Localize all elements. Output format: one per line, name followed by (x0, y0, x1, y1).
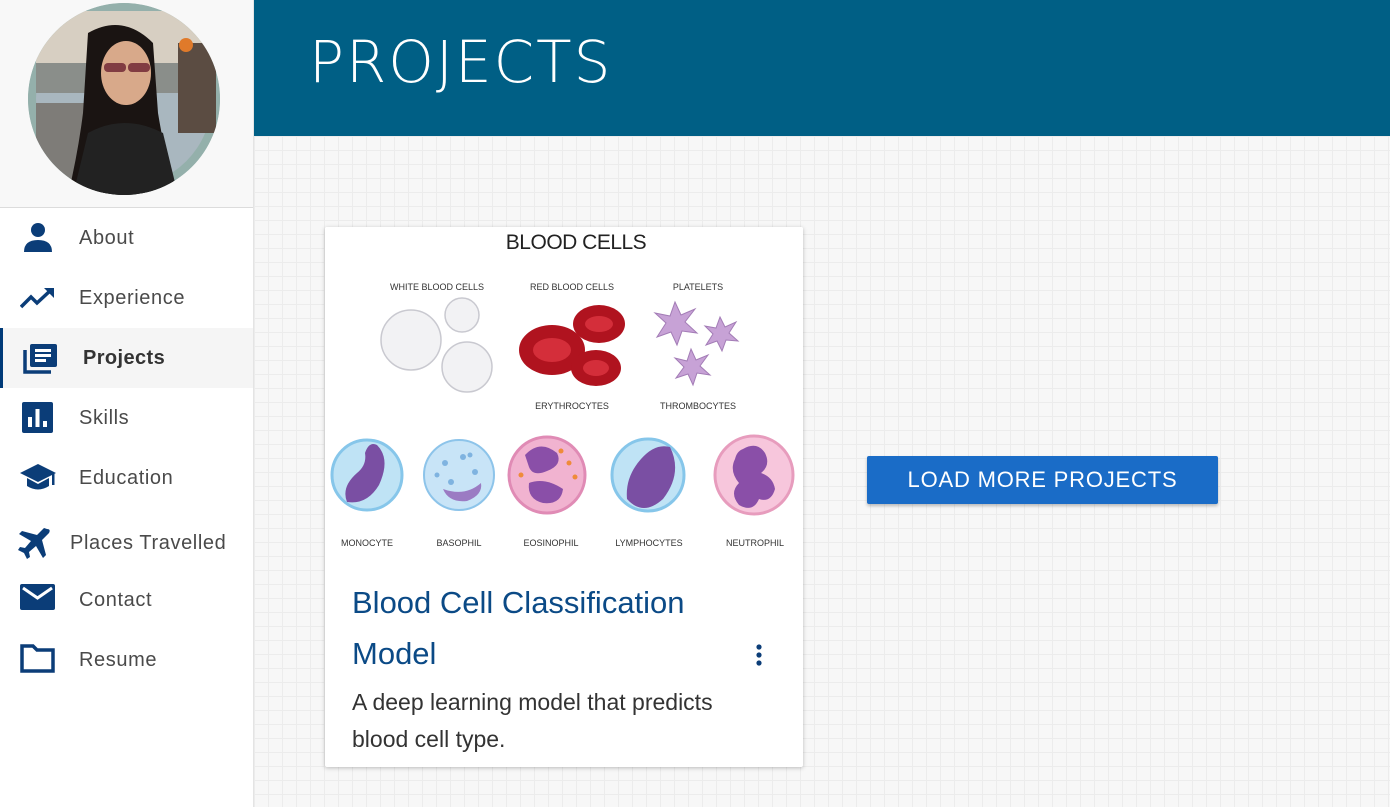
sidebar-item-label: Resume (79, 649, 158, 671)
airplane-icon (16, 527, 52, 559)
sidebar: About Experience Projects Skills Educati… (0, 0, 254, 807)
sidebar-item-label: About (79, 227, 135, 249)
sidebar-item-about[interactable]: About (0, 208, 253, 268)
folder-icon (20, 642, 56, 674)
project-description: A deep learning model that predicts bloo… (352, 689, 713, 752)
sidebar-item-label: Experience (79, 287, 186, 309)
graduation-cap-icon (20, 462, 56, 494)
page-title: PROJECTS (309, 28, 613, 96)
sidebar-item-label: Contact (79, 589, 153, 611)
more-vert-icon[interactable] (748, 641, 770, 671)
project-title[interactable]: Blood Cell Classification Model (352, 577, 732, 679)
sidebar-item-resume[interactable]: Resume (0, 630, 253, 690)
sidebar-item-label: Education (79, 467, 174, 489)
image-label: THROMBOCYTES (660, 401, 736, 411)
image-label: WHITE BLOOD CELLS (390, 282, 484, 292)
monocyte-illustration (330, 438, 404, 512)
sidebar-item-experience[interactable]: Experience (0, 268, 253, 328)
sidebar-item-places-travelled[interactable]: Places Travelled (0, 513, 253, 573)
image-label: MONOCYTE (341, 538, 393, 548)
sidebar-item-projects[interactable]: Projects (0, 328, 253, 388)
person-icon (20, 222, 56, 254)
image-label: BASOPHIL (436, 538, 481, 548)
eosinophil-illustration (507, 435, 587, 515)
sidebar-item-skills[interactable]: Skills (0, 388, 253, 448)
neutrophil-illustration (713, 434, 795, 516)
main-content: BLOOD CELLS WHITE BLOOD CELLS RED BLOOD … (254, 136, 1390, 807)
image-label: NEUTROPHIL (726, 538, 784, 548)
image-label: LYMPHOCYTES (615, 538, 682, 548)
load-more-button[interactable]: LOAD MORE PROJECTS (867, 456, 1218, 504)
bar-chart-icon (20, 402, 56, 434)
project-card[interactable]: BLOOD CELLS WHITE BLOOD CELLS RED BLOOD … (325, 227, 803, 767)
image-label: RED BLOOD CELLS (530, 282, 614, 292)
project-image[interactable]: BLOOD CELLS WHITE BLOOD CELLS RED BLOOD … (325, 227, 803, 560)
sidebar-item-label: Skills (79, 407, 130, 429)
image-label: PLATELETS (673, 282, 723, 292)
trending-up-icon (19, 282, 56, 314)
sidebar-item-contact[interactable]: Contact (0, 570, 253, 630)
page-header: PROJECTS (254, 0, 1390, 136)
library-books-icon (23, 342, 59, 374)
image-label: ERYTHROCYTES (535, 401, 609, 411)
image-label: EOSINOPHIL (523, 538, 578, 548)
sidebar-item-label: Places Travelled (70, 532, 227, 554)
basophil-illustration (423, 439, 495, 511)
mail-icon (20, 582, 56, 614)
profile-area (0, 0, 253, 208)
sidebar-item-education[interactable]: Education (0, 448, 253, 508)
avatar (28, 3, 220, 195)
lymphocytes-illustration (610, 437, 686, 513)
sidebar-item-label: Projects (83, 347, 166, 369)
image-title: BLOOD CELLS (506, 231, 647, 254)
